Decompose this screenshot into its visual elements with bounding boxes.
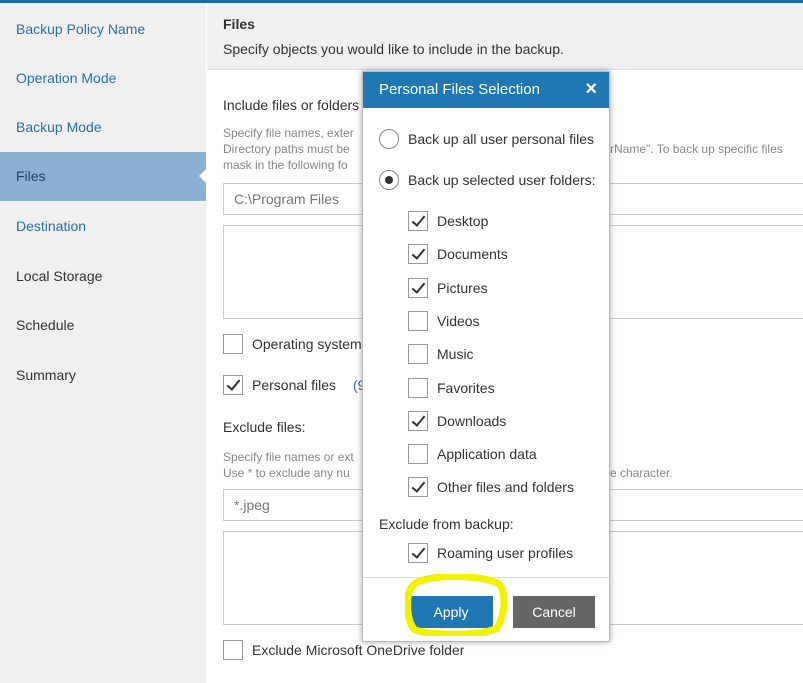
close-icon[interactable]: × xyxy=(585,78,597,101)
backup-all-radio[interactable] xyxy=(379,129,399,149)
backup-all-label: Back up all user personal files xyxy=(408,131,594,147)
exclude-help-line2: Use * to exclude any nu xyxy=(223,466,350,480)
dialog-title: Personal Files Selection xyxy=(379,81,540,98)
folder-checkbox-application-data[interactable] xyxy=(408,444,428,464)
page-title: Files xyxy=(223,16,255,32)
roaming-profiles-checkbox[interactable] xyxy=(408,543,428,563)
folder-checkbox-downloads[interactable] xyxy=(408,411,428,431)
exclude-onedrive-checkbox[interactable] xyxy=(223,640,243,660)
folder-label: Pictures xyxy=(437,280,488,296)
sidebar-item-destination[interactable]: Destination xyxy=(0,202,206,251)
cancel-button[interactable]: Cancel xyxy=(513,596,595,628)
exclude-help-line1: Specify file names or ext xyxy=(223,450,354,464)
folder-checkbox-music[interactable] xyxy=(408,344,428,364)
exclude-label: Exclude files: xyxy=(223,419,306,435)
personal-files-dialog: Personal Files Selection × Back up all u… xyxy=(362,71,610,642)
apply-button[interactable]: Apply xyxy=(409,596,493,628)
folder-checkbox-videos[interactable] xyxy=(408,311,428,331)
personal-files-checkbox[interactable] xyxy=(223,375,243,395)
operating-system-label: Operating system xyxy=(252,336,362,352)
include-help-line2-cont: rName". To back up specific files xyxy=(610,142,783,156)
folder-label: Videos xyxy=(437,313,480,329)
sidebar-item-summary[interactable]: Summary xyxy=(0,351,206,400)
folder-label: Documents xyxy=(437,246,508,262)
backup-selected-label: Back up selected user folders: xyxy=(408,172,596,188)
folder-label: Other files and folders xyxy=(437,479,574,495)
folder-checkbox-other-files-and-folders[interactable] xyxy=(408,477,428,497)
dialog-footer-divider xyxy=(363,577,609,578)
folder-label: Favorites xyxy=(437,380,495,396)
sidebar-item-backup-policy-name[interactable]: Backup Policy Name xyxy=(0,5,206,54)
page-subtitle: Specify objects you would like to includ… xyxy=(223,41,564,57)
sidebar-item-backup-mode[interactable]: Backup Mode xyxy=(0,103,206,152)
folder-label: Music xyxy=(437,346,474,362)
personal-files-label: Personal files xyxy=(252,377,337,393)
exclude-onedrive-label: Exclude Microsoft OneDrive folder xyxy=(252,642,465,658)
sidebar-item-files[interactable]: Files xyxy=(0,152,207,201)
roaming-profiles-label: Roaming user profiles xyxy=(437,545,574,561)
exclude-help-line2-cont: e character. xyxy=(610,466,673,480)
step-header: Files Specify objects you would like to … xyxy=(207,3,803,70)
folder-checkbox-desktop[interactable] xyxy=(408,211,428,231)
folder-label: Application data xyxy=(437,446,537,462)
dialog-header: Personal Files Selection × xyxy=(363,72,609,108)
include-label: Include files or folders xyxy=(223,97,360,113)
include-help-line1: Specify file names, exter xyxy=(223,126,354,140)
folder-label: Downloads xyxy=(437,413,507,429)
folder-checkbox-pictures[interactable] xyxy=(408,278,428,298)
folder-label: Desktop xyxy=(437,213,489,229)
sidebar-item-schedule[interactable]: Schedule xyxy=(0,301,206,350)
include-help-line2: Directory paths must be xyxy=(223,142,350,156)
sidebar-item-operation-mode[interactable]: Operation Mode xyxy=(0,54,206,103)
wizard-sidebar: Backup Policy Name Operation Mode Backup… xyxy=(0,3,207,683)
exclude-from-backup-label: Exclude from backup: xyxy=(379,516,514,532)
include-help-line3: mask in the following fo xyxy=(223,158,348,172)
folder-checkbox-favorites[interactable] xyxy=(408,378,428,398)
operating-system-checkbox[interactable] xyxy=(223,334,243,354)
backup-selected-radio[interactable] xyxy=(379,170,399,190)
sidebar-item-local-storage[interactable]: Local Storage xyxy=(0,252,206,301)
folder-checkbox-documents[interactable] xyxy=(408,244,428,264)
